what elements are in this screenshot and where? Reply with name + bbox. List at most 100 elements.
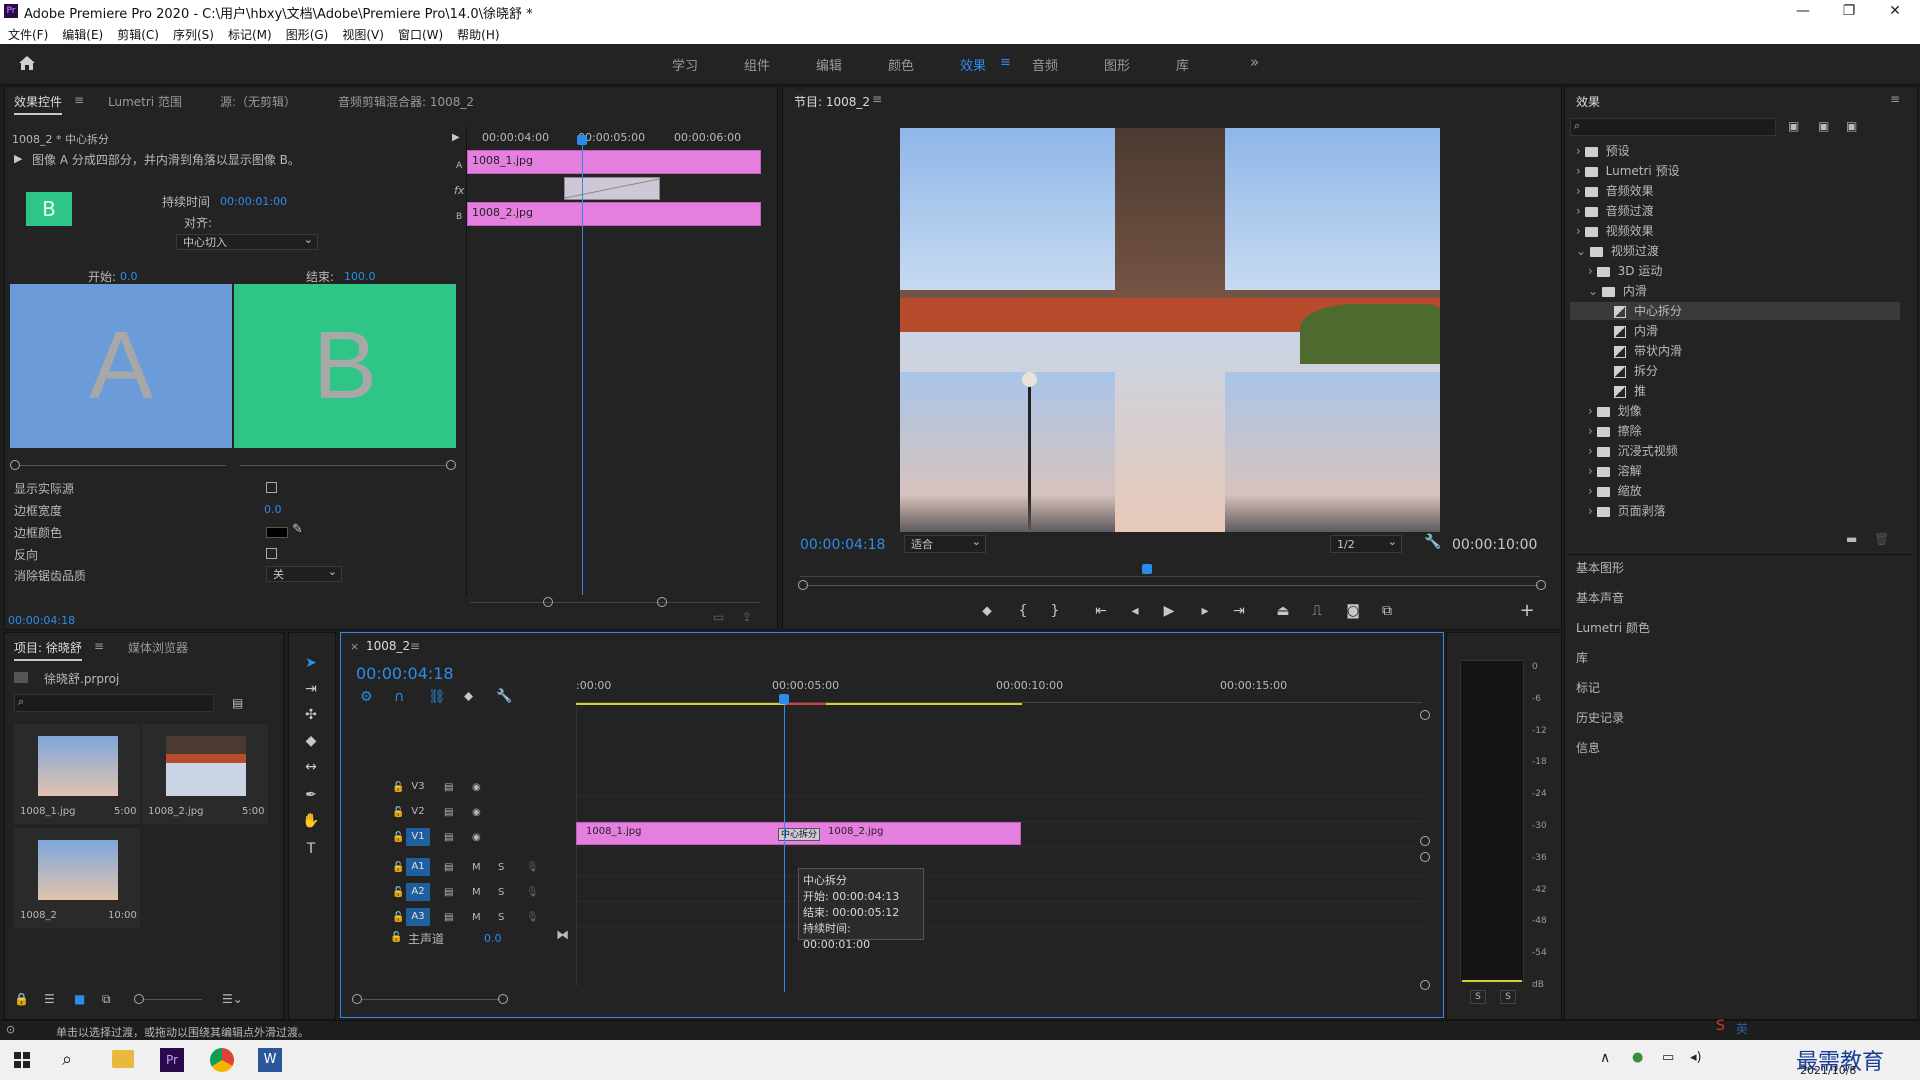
icon-view-icon[interactable]: ■ [74, 992, 85, 1006]
program-menu-icon[interactable]: ≡ [872, 92, 882, 106]
solo-button[interactable]: S [498, 912, 504, 923]
section-lumetri-color[interactable]: Lumetri 颜色 [1576, 619, 1650, 636]
workspace-graphics[interactable]: 图形 [1104, 55, 1130, 74]
tab-audio-clip-mixer[interactable]: 音频剪辑混合器: 1008_2 [338, 93, 474, 110]
effects-tree-item[interactable]: ⌄ 视频过渡 [1570, 242, 1900, 260]
share-icon[interactable]: ⇪ [742, 610, 752, 624]
track-sync-icon[interactable]: ▤ [444, 832, 453, 843]
meter-solo-right[interactable]: S [1500, 990, 1516, 1004]
yuv-effects-icon[interactable]: ▣ [1846, 119, 1857, 133]
effects-tree-item[interactable]: 带状内滑 [1570, 342, 1900, 360]
track-label[interactable]: V1 [406, 828, 430, 846]
project-item-2[interactable]: 1008_2.jpg 5:00 [142, 724, 268, 824]
ime-mode[interactable]: 英 [1736, 1020, 1748, 1037]
mute-button[interactable]: M [472, 912, 481, 923]
eye-icon[interactable]: ◉ [472, 782, 481, 793]
settings-wrench-icon[interactable]: 🔧 [1424, 534, 1441, 550]
chevron-icon[interactable]: › [1588, 404, 1597, 418]
section-essential-sound[interactable]: 基本声音 [1576, 589, 1624, 606]
timeline-zoom-handle-left[interactable] [352, 994, 362, 1004]
taskbar-search-icon[interactable]: ⌕ [62, 1049, 72, 1070]
effects-tree-item[interactable]: › 视频效果 [1570, 222, 1900, 240]
chrome-icon[interactable] [210, 1048, 234, 1072]
go-to-end-icon[interactable]: ⧓ [556, 928, 569, 943]
menu-window[interactable]: 窗口(W) [398, 26, 443, 43]
end-value[interactable]: 100.0 [344, 270, 376, 283]
32bit-effects-icon[interactable]: ▣ [1818, 119, 1829, 133]
program-zoom-bar[interactable] [808, 585, 1538, 586]
track-label[interactable]: V3 [406, 778, 430, 796]
track-lock-icon[interactable]: 🔓 [392, 832, 404, 843]
freeform-view-icon[interactable]: ⧉ [102, 992, 111, 1007]
tab-effect-controls[interactable]: 效果控件 [14, 93, 63, 115]
mute-button[interactable]: M [472, 887, 481, 898]
program-zoom-handle-left[interactable] [798, 580, 808, 590]
end-slider-handle[interactable] [446, 460, 456, 470]
workspace-assembly[interactable]: 组件 [744, 55, 770, 74]
workspace-libraries[interactable]: 库 [1176, 55, 1189, 74]
slip-tool-icon[interactable]: ↔ [298, 756, 324, 778]
section-essential-graphics[interactable]: 基本图形 [1576, 559, 1624, 576]
step-back-icon[interactable]: ◂ [1124, 603, 1146, 619]
mute-button[interactable]: M [472, 862, 481, 873]
track-lock-icon[interactable]: 🔓 [392, 807, 404, 818]
workspace-audio[interactable]: 音频 [1032, 55, 1058, 74]
section-history[interactable]: 历史记录 [1576, 709, 1624, 726]
close-tab-icon[interactable]: × [350, 640, 359, 653]
mini-playhead-handle[interactable] [577, 135, 587, 145]
show-actual-source-checkbox[interactable] [266, 482, 277, 493]
step-forward-icon[interactable]: ▸ [1194, 603, 1216, 619]
program-video-frame[interactable] [900, 128, 1440, 532]
meter-solo-left[interactable]: S [1470, 990, 1486, 1004]
mini-playhead[interactable] [582, 135, 583, 595]
project-search-input[interactable]: ⌕ [14, 694, 214, 712]
menu-help[interactable]: 帮助(H) [457, 26, 499, 43]
menu-file[interactable]: 文件(F) [8, 26, 48, 43]
video-scroll-handle-top[interactable] [1420, 710, 1430, 720]
mini-scroll-handle-left[interactable] [543, 597, 553, 607]
chevron-icon[interactable]: › [1576, 184, 1585, 198]
extract-icon[interactable]: ⎍ [1306, 603, 1328, 619]
effects-tree-item[interactable]: › 缩放 [1570, 482, 1900, 500]
track-lock-icon[interactable]: 🔓 [392, 862, 404, 873]
effects-tree-item[interactable]: 推 [1570, 382, 1900, 400]
pen-tool-icon[interactable]: ✒ [298, 784, 324, 806]
selection-tool-icon[interactable]: ➤ [298, 652, 324, 674]
hand-tool-icon[interactable]: ✋ [298, 810, 324, 832]
menu-sequence[interactable]: 序列(S) [173, 26, 214, 43]
chevron-icon[interactable]: › [1588, 504, 1597, 518]
add-marker-icon[interactable]: ⬥ [976, 603, 998, 619]
play-icon[interactable]: ▶ [1158, 603, 1180, 619]
voiceover-icon[interactable]: 🎙 [526, 862, 539, 873]
start-slider-track[interactable] [20, 465, 226, 466]
comparison-view-icon[interactable]: ⧉ [1376, 603, 1398, 619]
effects-tree-item[interactable]: › 音频过渡 [1570, 202, 1900, 220]
track-sync-icon[interactable]: ▤ [444, 862, 453, 873]
minimize-button[interactable]: — [1780, 0, 1826, 24]
effects-tree-item[interactable]: 内滑 [1570, 322, 1900, 340]
border-width-value[interactable]: 0.0 [264, 503, 282, 516]
track-lock-icon[interactable]: 🔓 [392, 912, 404, 923]
tab-source[interactable]: 源:（无剪辑） [220, 93, 296, 110]
tab-project[interactable]: 项目: 徐晓舒 [14, 639, 82, 661]
section-info[interactable]: 信息 [1576, 739, 1600, 756]
duration-value[interactable]: 00:00:01:00 [220, 195, 287, 208]
delete-icon[interactable]: 🗑 [1874, 532, 1889, 546]
chevron-icon[interactable]: › [1588, 424, 1597, 438]
track-label[interactable]: V2 [406, 803, 430, 821]
end-slider-track[interactable] [240, 465, 446, 466]
solo-button[interactable]: S [498, 887, 504, 898]
effects-tree-item[interactable]: › 划像 [1570, 402, 1900, 420]
audio-scroll-handle-top[interactable] [1420, 852, 1430, 862]
timeline-playhead[interactable] [784, 702, 785, 992]
maximize-button[interactable]: ❐ [1826, 0, 1872, 24]
word-icon[interactable]: W [258, 1048, 282, 1072]
effects-tree-item[interactable]: › Lumetri 预设 [1570, 162, 1900, 180]
mini-clip-b[interactable]: 1008_2.jpg [467, 202, 761, 226]
timeline-zoom-handle-right[interactable] [498, 994, 508, 1004]
effects-tree-item[interactable]: › 页面剥落 [1570, 502, 1900, 520]
effects-search-input[interactable]: ⌕ [1570, 118, 1776, 136]
align-dropdown[interactable]: 中心切入 [176, 232, 318, 250]
program-ruler[interactable] [800, 566, 1540, 577]
file-explorer-icon[interactable] [112, 1050, 134, 1068]
